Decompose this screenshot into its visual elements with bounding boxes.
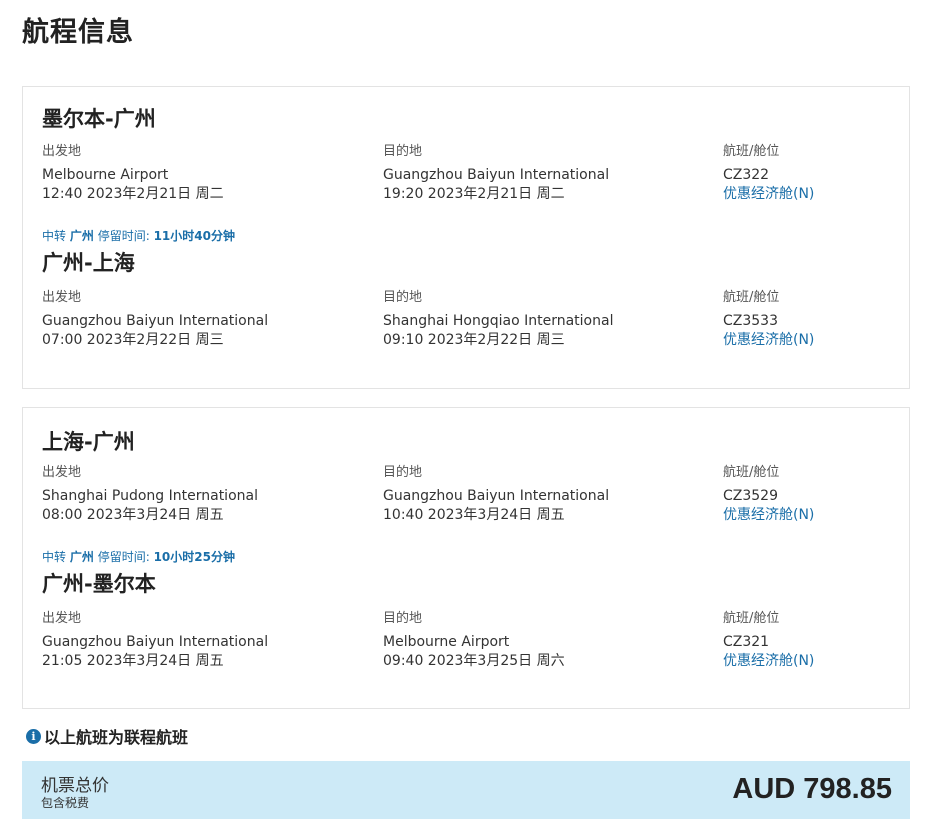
- flight-label: 航班/舱位: [723, 465, 780, 480]
- arrival-time: 10:40 2023年3月24日 周五: [383, 507, 565, 523]
- cabin-class-link[interactable]: 优惠经济舱(N): [723, 506, 814, 525]
- segment-route: 广州-上海: [42, 251, 135, 275]
- cabin-class-link[interactable]: 优惠经济舱(N): [723, 185, 814, 204]
- departure-label: 出发地: [42, 144, 82, 159]
- trip-card-return: 上海-广州 出发地 Shanghai Pudong International …: [22, 407, 910, 709]
- total-price-label: 机票总价: [41, 776, 109, 796]
- flight-label: 航班/舱位: [723, 144, 780, 159]
- segment-route: 上海-广州: [42, 430, 135, 454]
- info-icon: i: [26, 728, 41, 744]
- connecting-flight-notice: i 以上航班为联程航班: [26, 724, 188, 748]
- flight-info: 航班/舱位 CZ3529 优惠经济舱(N): [723, 464, 814, 525]
- arrival-info: 目的地 Guangzhou Baiyun International 19:20…: [383, 143, 609, 204]
- arrival-label: 目的地: [383, 611, 423, 626]
- arrival-time: 09:10 2023年2月22日 周三: [383, 332, 565, 348]
- departure-info: 出发地 Shanghai Pudong International 08:00 …: [42, 464, 258, 525]
- flight-segment: 上海-广州 出发地 Shanghai Pudong International …: [23, 408, 909, 564]
- departure-time: 21:05 2023年3月24日 周五: [42, 653, 224, 669]
- departure-time: 12:40 2023年2月21日 周二: [42, 186, 224, 202]
- departure-airport: Melbourne Airport: [42, 167, 169, 183]
- departure-airport: Guangzhou Baiyun International: [42, 313, 269, 329]
- trip-card-outbound: 墨尔本-广州 出发地 Melbourne Airport 12:40 2023年…: [22, 86, 910, 389]
- arrival-airport: Guangzhou Baiyun International: [383, 488, 610, 504]
- total-price-amount: AUD 798.85: [732, 773, 892, 805]
- arrival-info: 目的地 Melbourne Airport 09:40 2023年3月25日 周…: [383, 610, 565, 671]
- flight-number: CZ3533: [723, 313, 778, 329]
- total-price-bar: 机票总价 包含税费 AUD 798.85: [22, 761, 910, 819]
- tax-included-label: 包含税费: [41, 796, 90, 810]
- flight-info: 航班/舱位 CZ3533 优惠经济舱(N): [723, 289, 814, 350]
- notice-text: 以上航班为联程航班: [44, 728, 189, 747]
- departure-info: 出发地 Melbourne Airport 12:40 2023年2月21日 周…: [42, 143, 224, 204]
- flight-info: 航班/舱位 CZ322 优惠经济舱(N): [723, 143, 814, 204]
- flight-info: 航班/舱位 CZ321 优惠经济舱(N): [723, 610, 814, 671]
- segment-route: 广州-墨尔本: [42, 572, 156, 596]
- flight-segment: 墨尔本-广州 出发地 Melbourne Airport 12:40 2023年…: [23, 87, 909, 243]
- arrival-label: 目的地: [383, 144, 423, 159]
- page-title: 航程信息: [22, 17, 134, 48]
- flight-label: 航班/舱位: [723, 290, 780, 305]
- segment-route: 墨尔本-广州: [42, 107, 156, 131]
- flight-segment: 广州-墨尔本 出发地 Guangzhou Baiyun Internationa…: [23, 548, 909, 710]
- flight-number: CZ3529: [723, 488, 778, 504]
- arrival-time: 19:20 2023年2月21日 周二: [383, 186, 565, 202]
- departure-time: 08:00 2023年3月24日 周五: [42, 507, 224, 523]
- departure-airport: Shanghai Pudong International: [42, 488, 258, 504]
- departure-label: 出发地: [42, 290, 82, 305]
- arrival-airport: Melbourne Airport: [383, 634, 510, 650]
- arrival-airport: Guangzhou Baiyun International: [383, 167, 610, 183]
- departure-label: 出发地: [42, 611, 82, 626]
- cabin-class-link[interactable]: 优惠经济舱(N): [723, 652, 814, 671]
- arrival-label: 目的地: [383, 465, 423, 480]
- flight-segment: 广州-上海 出发地 Guangzhou Baiyun International…: [23, 227, 909, 389]
- departure-info: 出发地 Guangzhou Baiyun International 21:05…: [42, 610, 268, 671]
- arrival-info: 目的地 Guangzhou Baiyun International 10:40…: [383, 464, 609, 525]
- arrival-airport: Shanghai Hongqiao International: [383, 313, 614, 329]
- cabin-class-link[interactable]: 优惠经济舱(N): [723, 331, 814, 350]
- departure-time: 07:00 2023年2月22日 周三: [42, 332, 224, 348]
- arrival-info: 目的地 Shanghai Hongqiao International 09:1…: [383, 289, 613, 350]
- flight-number: CZ322: [723, 167, 770, 183]
- departure-label: 出发地: [42, 465, 82, 480]
- flight-label: 航班/舱位: [723, 611, 780, 626]
- flight-number: CZ321: [723, 634, 770, 650]
- departure-airport: Guangzhou Baiyun International: [42, 634, 269, 650]
- arrival-time: 09:40 2023年3月25日 周六: [383, 653, 565, 669]
- arrival-label: 目的地: [383, 290, 423, 305]
- departure-info: 出发地 Guangzhou Baiyun International 07:00…: [42, 289, 268, 350]
